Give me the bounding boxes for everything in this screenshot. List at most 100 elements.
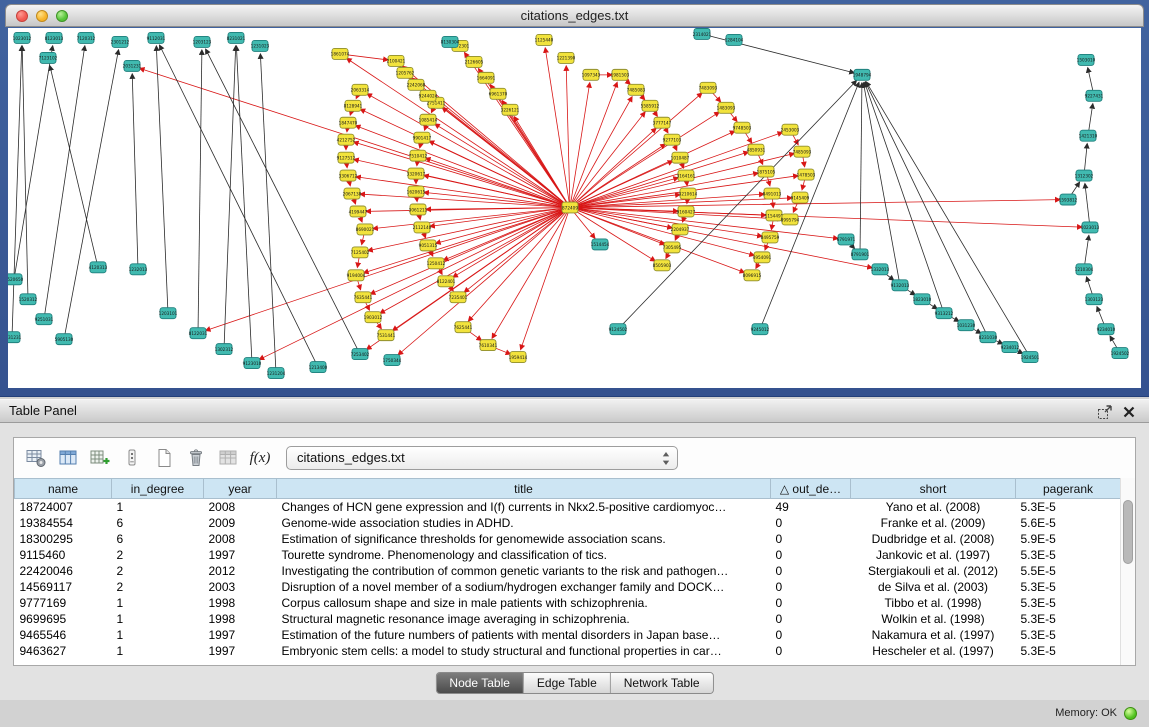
- table-cell[interactable]: Wolkin et al. (1998): [851, 611, 1016, 627]
- graph-node-9051315[interactable]: 9051315: [419, 240, 438, 251]
- table-cell[interactable]: Tourette syndrome. Phenomenology and cla…: [277, 547, 771, 563]
- graph-node-1125440[interactable]: 1125440: [535, 34, 554, 45]
- graph-node-1210304[interactable]: 1210304: [1075, 264, 1094, 275]
- graph-node-1250412[interactable]: 1250412: [427, 258, 446, 269]
- graph-node-1085414[interactable]: 1085414: [419, 114, 438, 125]
- graph-node-1421310[interactable]: 1421310: [1079, 130, 1098, 141]
- graph-node-4850931[interactable]: 4850931: [747, 144, 766, 155]
- table-cell[interactable]: 0: [771, 515, 851, 531]
- graph-node-2063314[interactable]: 2063314: [351, 84, 370, 95]
- table-cell[interactable]: 2: [112, 563, 204, 579]
- table-cell[interactable]: Disruption of a novel member of a sodium…: [277, 579, 771, 595]
- graph-node-8231021[interactable]: 8231021: [227, 32, 246, 43]
- table-mode-icon[interactable]: [24, 446, 48, 470]
- table-selector-combobox[interactable]: citations_edges.txt: [286, 446, 678, 470]
- table-cell[interactable]: 2009: [204, 515, 277, 531]
- graph-node-8791901[interactable]: 8791901: [851, 249, 870, 260]
- table-cell[interactable]: 5.3E-5: [1016, 595, 1121, 611]
- table-cell[interactable]: 6: [112, 531, 204, 547]
- graph-node-1203101[interactable]: 1203101: [159, 308, 178, 319]
- table-cell[interactable]: 5.3E-5: [1016, 579, 1121, 595]
- graph-node-5905130[interactable]: 5905130: [55, 334, 74, 345]
- graph-node-4954091[interactable]: 4954091: [753, 252, 772, 263]
- graph-node-8128941[interactable]: 8128941: [344, 100, 363, 111]
- graph-node-9748503[interactable]: 9748503: [733, 122, 752, 133]
- graph-node-1924501[interactable]: 1924501: [1021, 352, 1040, 363]
- graph-node-7235401[interactable]: 7235401: [449, 292, 468, 303]
- graph-node-7305495[interactable]: 7305495: [663, 242, 682, 253]
- table-row[interactable]: 1830029562008Estimation of significance …: [15, 531, 1121, 547]
- graph-node-8505903[interactable]: 8505903: [653, 260, 672, 271]
- table-cell[interactable]: 2008: [204, 531, 277, 547]
- table-cell[interactable]: 1997: [204, 627, 277, 643]
- graph-node-8495759[interactable]: 8495759: [761, 232, 780, 243]
- table-cell[interactable]: de Silva et al. (2003): [851, 579, 1016, 595]
- table-cell[interactable]: 9463627: [15, 643, 112, 659]
- graph-node-1232013[interactable]: 1232013: [129, 264, 148, 275]
- graph-node-1312302[interactable]: 1312302: [1075, 170, 1094, 181]
- show-columns-icon[interactable]: [56, 446, 80, 470]
- table-cell[interactable]: Hescheler et al. (1997): [851, 643, 1016, 659]
- graph-node-8122031[interactable]: 8122031: [189, 328, 208, 339]
- graph-node-2031231[interactable]: 2031231: [123, 60, 142, 71]
- table-cell[interactable]: 5.3E-5: [1016, 611, 1121, 627]
- graph-node-7635441[interactable]: 7635441: [354, 292, 373, 303]
- table-cell[interactable]: 1: [112, 499, 204, 515]
- table-cell[interactable]: Tibbo et al. (1998): [851, 595, 1016, 611]
- table-row[interactable]: 977716911998Corpus callosum shape and si…: [15, 595, 1121, 611]
- graph-node-9132013[interactable]: 9132013: [891, 280, 910, 291]
- graph-node-8122401[interactable]: 8122401: [437, 276, 456, 287]
- graph-node-2314021[interactable]: 2314021: [693, 28, 712, 39]
- graph-node-9245012[interactable]: 9245012: [751, 324, 770, 335]
- network-window-titlebar[interactable]: citations_edges.txt: [5, 4, 1144, 27]
- graph-node-9277103[interactable]: 9277103: [663, 134, 682, 145]
- graph-node-1483093[interactable]: 1483093: [717, 102, 736, 113]
- graph-node-1213400[interactable]: 1213400: [309, 362, 328, 373]
- table-cell[interactable]: 5.3E-5: [1016, 627, 1121, 643]
- network-graph[interactable]: 8724092063314812894118474704212752912751…: [8, 28, 1141, 388]
- table-cell[interactable]: 5.3E-5: [1016, 547, 1121, 563]
- table-cell[interactable]: 2012: [204, 563, 277, 579]
- graph-node-3164161[interactable]: 3164161: [677, 170, 696, 181]
- graph-node-7485093[interactable]: 7485093: [793, 146, 812, 157]
- float-panel-icon[interactable]: [1097, 404, 1113, 420]
- vertical-scrollbar[interactable]: [1120, 478, 1135, 665]
- table-cell[interactable]: 5.5E-5: [1016, 563, 1121, 579]
- graph-node-1847470[interactable]: 1847470: [339, 117, 358, 128]
- graph-node-8995794[interactable]: 8995794: [781, 214, 800, 225]
- table-row[interactable]: 2242004622012Investigating the contribut…: [15, 563, 1121, 579]
- graph-node-5585912[interactable]: 5585912: [641, 100, 660, 111]
- column-header-title[interactable]: title: [277, 479, 771, 499]
- graph-node-1514454[interactable]: 1514454: [591, 239, 610, 250]
- graph-node-872409[interactable]: 872409: [562, 202, 578, 213]
- graph-node-2242068[interactable]: 2242068: [407, 79, 426, 90]
- graph-node-1302312[interactable]: 1302312: [215, 344, 234, 355]
- column-header-name[interactable]: name: [15, 479, 112, 499]
- graph-node-7625441[interactable]: 7625441: [454, 322, 473, 333]
- graph-node-8123013[interactable]: 8123013: [45, 32, 64, 43]
- graph-node-1948794[interactable]: 1948794: [853, 69, 872, 80]
- table-cell[interactable]: 49: [771, 499, 851, 515]
- table-cell[interactable]: 1: [112, 627, 204, 643]
- graph-node-9901417[interactable]: 9901417: [413, 132, 432, 143]
- graph-node-2112140[interactable]: 2112140: [413, 222, 432, 233]
- graph-node-1593812[interactable]: 1593812: [1059, 194, 1078, 205]
- graph-node-2126605[interactable]: 2126605: [465, 56, 484, 67]
- graph-node-1981503[interactable]: 1981503: [611, 69, 630, 80]
- graph-node-8130304[interactable]: 8130304: [441, 36, 460, 47]
- table-cell[interactable]: 18300295: [15, 531, 112, 547]
- table-cell[interactable]: 1997: [204, 643, 277, 659]
- graph-node-6961370[interactable]: 6961370: [489, 88, 508, 99]
- table-cell[interactable]: Stergiakouli et al. (2012): [851, 563, 1016, 579]
- graph-node-7485083[interactable]: 7485083: [627, 84, 646, 95]
- table-cell[interactable]: 1: [112, 643, 204, 659]
- graph-node-1823010[interactable]: 1823010: [913, 294, 932, 305]
- import-table-icon[interactable]: [216, 446, 240, 470]
- add-column-icon[interactable]: [88, 446, 112, 470]
- table-cell[interactable]: 9115460: [15, 547, 112, 563]
- table-cell[interactable]: 9465546: [15, 627, 112, 643]
- graph-node-1031230[interactable]: 1031230: [957, 320, 976, 331]
- tab-edge-table[interactable]: Edge Table: [524, 673, 611, 693]
- table-cell[interactable]: Estimation of significance thresholds fo…: [277, 531, 771, 547]
- graph-node-1664091[interactable]: 1664091: [477, 72, 496, 83]
